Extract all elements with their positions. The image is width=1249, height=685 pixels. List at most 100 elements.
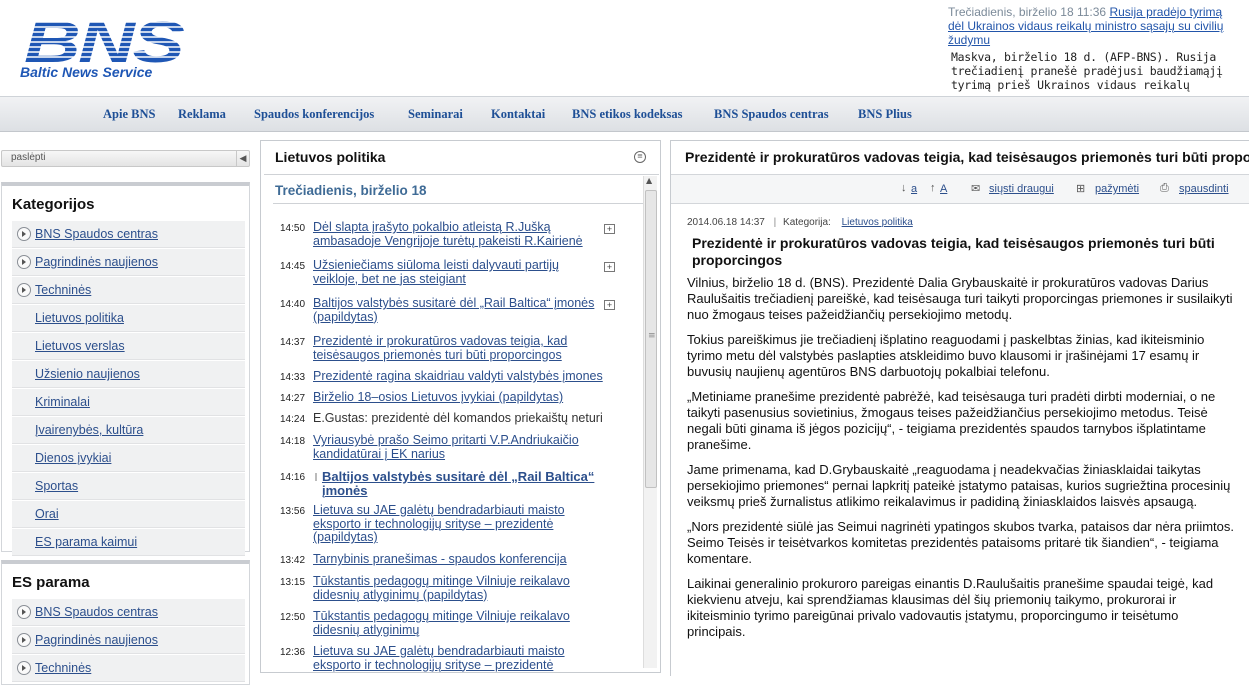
category-item[interactable]: ES parama kaimui [12,529,245,556]
es-parama-box: ES parama BNS Spaudos centras Pagrindinė… [1,560,250,685]
category-link[interactable]: Lietuvos verslas [35,339,125,353]
news-headline-link[interactable]: Tūkstantis pedagogų mitinge Vilniuje rei… [313,574,605,602]
category-item[interactable]: Techninės [12,277,245,304]
category-link[interactable]: Dienos įvykiai [35,451,111,465]
category-item[interactable]: Dienos įvykiai [12,445,245,472]
printer-icon: ⎙ [1160,182,1169,194]
category-link[interactable]: Techninės [35,283,91,297]
news-headline-link[interactable]: Tarnybinis pranešimas - spaudos konferen… [313,552,605,567]
category-item[interactable]: Sportas [12,473,245,500]
nav-reklama[interactable]: Reklama [178,107,226,122]
article-category-link[interactable]: Lietuvos politika [842,217,913,228]
es-item[interactable]: BNS Spaudos centras [12,599,245,626]
nav-etikos-kodeksas[interactable]: BNS etikos kodeksas [572,107,682,122]
category-link[interactable]: Užsienio naujienos [35,367,140,381]
nav-spaudos-konferencijos[interactable]: Spaudos konferencijos [254,107,374,122]
category-item[interactable]: Lietuvos politika [12,305,245,332]
category-link[interactable]: Lietuvos politika [35,311,124,325]
news-headline-text: E.Gustas: prezidentė dėl komandos prieka… [313,411,603,425]
category-item[interactable]: Orai [12,501,245,528]
category-item[interactable]: Lietuvos verslas [12,333,245,360]
print-button[interactable]: spausdinti [1179,183,1229,195]
expand-circle-icon[interactable] [17,633,31,647]
nav-kontaktai[interactable]: Kontaktai [491,107,545,122]
news-headline-link[interactable]: Baltijos valstybės susitarė dėl „Rail Ba… [322,470,605,497]
news-headline-link[interactable]: Prezidentė ragina skaidriau valdyti vals… [313,369,605,384]
es-link[interactable]: Techninės [35,661,91,675]
news-headline-link[interactable]: Baltijos valstybės susitarė dėl „Rail Ba… [313,296,605,324]
collapse-arrow-icon: ◀ [236,151,249,166]
expand-circle-icon[interactable] [17,227,31,241]
category-link[interactable]: Pagrindinės naujienos [35,255,158,269]
font-larger-button[interactable]: A [940,183,947,195]
main-nav: Apie BNS Reklama Spaudos konferencijos S… [0,96,1249,132]
marker-icon [315,473,317,481]
nav-apie-bns[interactable]: Apie BNS [103,107,155,122]
send-to-friend-button[interactable]: siųsti draugui [989,183,1054,195]
article-paragraph: Tokius pareiškimus jie trečiadienį išpla… [687,332,1205,379]
article-paragraph: Jame primenama, kad D.Grybauskaitė „reag… [687,462,1231,509]
panel-menu-icon[interactable]: ≡ [634,151,646,163]
news-headline-link[interactable]: Užsieniečiams siūloma leisti dalyvauti p… [313,258,605,286]
nav-seminarai[interactable]: Seminarai [408,107,463,122]
news-time: 14:27 [280,393,306,404]
divider [273,203,643,204]
news-headline-link[interactable]: Tūkstantis pedagogų mitinge Vilniuje rei… [313,609,605,637]
nav-spaudos-centras[interactable]: BNS Spaudos centras [714,107,829,122]
news-time: 13:56 [280,506,306,517]
article-body: Vilnius, birželio 18 d. (BNS). Prezident… [687,275,1235,649]
article-paragraph: Vilnius, birželio 18 d. (BNS). Prezident… [687,275,1233,322]
category-link[interactable]: Orai [35,507,59,521]
ticker-body: Maskva, birželio 18 d. (AFP-BNS). Rusija… [951,50,1223,93]
category-item[interactable]: Užsienio naujienos [12,361,245,388]
news-time: 14:45 [280,261,306,272]
scrollbar-thumb[interactable]: ≡ [645,190,657,488]
category-link[interactable]: Kriminalai [35,395,90,409]
article-panel: Prezidentė ir prokuratūros vadovas teigi… [670,140,1249,676]
expand-circle-icon[interactable] [17,605,31,619]
news-headline-link[interactable]: Dėl slapta įrašyto pokalbio atleistą R.J… [313,220,605,248]
news-headline-link[interactable]: Vyriausybė prašo Seimo pritarti V.P.Andr… [313,433,605,461]
category-link[interactable]: ES parama kaimui [35,535,137,549]
news-headline-link[interactable]: Lietuva su JAE galėtų bendradarbiauti ma… [313,644,605,672]
category-item[interactable]: Pagrindinės naujienos [12,249,245,276]
categories-title: Kategorijos [12,196,95,213]
es-item[interactable]: Techninės [12,655,245,682]
expand-circle-icon[interactable] [17,661,31,675]
category-link[interactable]: Sportas [35,479,78,493]
es-item[interactable]: Pagrindinės naujienos [12,627,245,654]
scroll-up-icon[interactable]: ▲ [646,176,652,185]
add-plus-icon[interactable]: + [604,262,615,272]
hide-sidebar-label: paslėpti [11,152,46,163]
add-plus-icon[interactable]: + [604,224,615,234]
category-item[interactable]: Įvairenybės, kultūra [12,417,245,444]
es-link[interactable]: Pagrindinės naujienos [35,633,158,647]
news-headline-link[interactable]: Lietuva su JAE galėtų bendradarbiauti ma… [313,503,605,545]
news-time: 14:40 [280,299,306,310]
envelope-icon: ✉ [971,183,981,195]
arrow-up-icon: ↑ [930,182,936,194]
header: BNS Baltic News Service Trečiadienis, bi… [0,0,1249,96]
nav-bns-plius[interactable]: BNS Plius [858,107,912,122]
category-item[interactable]: Kriminalai [12,389,245,416]
news-headline-link[interactable]: Prezidentė ir prokuratūros vadovas teigi… [313,334,605,362]
category-link[interactable]: Įvairenybės, kultūra [35,423,143,437]
hide-sidebar-toggle[interactable]: paslėpti ◀ [1,150,250,167]
article-headline: Prezidentė ir prokuratūros vadovas teigi… [692,235,1215,268]
brand-name: Baltic News Service [20,64,153,80]
expand-circle-icon[interactable] [17,255,31,269]
es-link[interactable]: BNS Spaudos centras [35,605,158,619]
add-plus-icon[interactable]: + [604,300,615,310]
font-smaller-button[interactable]: a [911,183,917,195]
news-time: 12:36 [280,647,306,658]
bookmark-button[interactable]: pažymėti [1095,183,1139,195]
news-headline-link[interactable]: Birželio 18–osios Lietuvos įvykiai (papi… [313,390,605,405]
news-date-heading: Trečiadienis, birželio 18 [275,183,427,198]
category-item[interactable]: BNS Spaudos centras [12,221,245,248]
news-list-scrollbar[interactable]: ▲ ≡ [643,176,657,668]
news-time: 14:24 [280,414,306,425]
category-link[interactable]: BNS Spaudos centras [35,227,158,241]
expand-circle-icon[interactable] [17,283,31,297]
article-paragraph: „Metiniame pranešime prezidentė pabrėžė,… [687,389,1216,452]
article-paragraph: „Nors prezidentė siūlė jas Seimui nagrin… [687,519,1234,566]
